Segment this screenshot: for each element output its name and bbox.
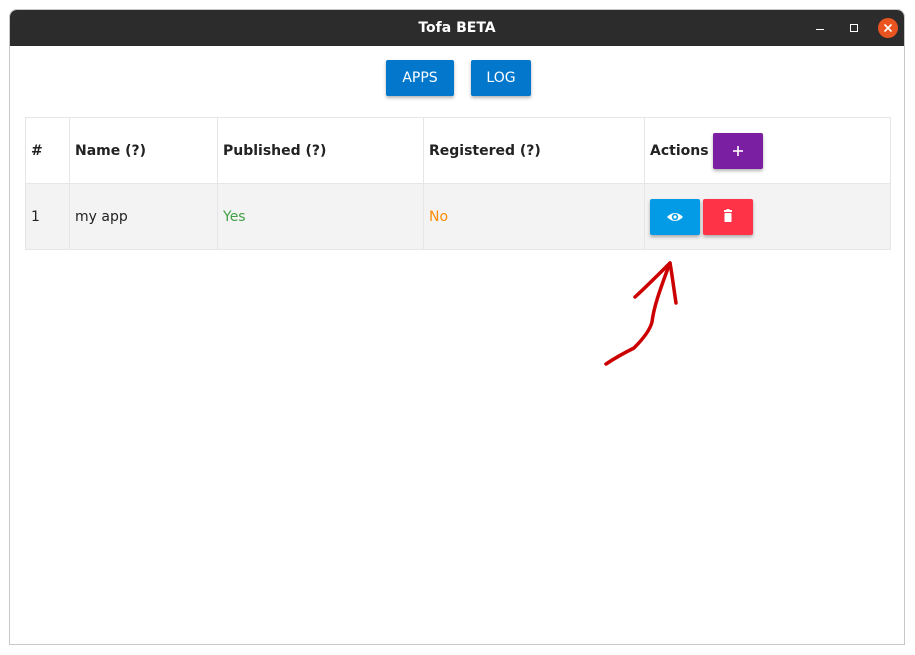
add-app-button[interactable] (712, 132, 763, 169)
plus-icon (732, 145, 743, 156)
window-title: Tofa BETA (418, 20, 496, 36)
header-num: # (25, 117, 70, 184)
header-registered[interactable]: Registered (?) (423, 117, 645, 184)
table-header-row: # Name (?) Published (?) Registered (?) … (25, 117, 891, 184)
trash-icon (724, 208, 732, 222)
delete-app-button[interactable] (703, 198, 753, 235)
view-app-button[interactable] (650, 198, 700, 235)
app-window: Tofa BETA APPS LOG # Name (?) Published … (9, 9, 905, 645)
apps-table: # Name (?) Published (?) Registered (?) … (25, 117, 891, 250)
eye-icon (667, 212, 683, 221)
cell-name: my app (69, 183, 218, 250)
header-actions: Actions (644, 117, 891, 184)
minimize-icon[interactable] (810, 18, 830, 38)
cell-num: 1 (25, 183, 70, 250)
close-icon[interactable] (878, 18, 898, 38)
cell-registered: No (423, 183, 645, 250)
actions-label: Actions (650, 142, 709, 159)
maximize-icon[interactable] (844, 18, 864, 38)
cell-actions (644, 183, 891, 250)
apps-button[interactable]: APPS (386, 60, 454, 96)
cell-published: Yes (217, 183, 424, 250)
title-bar: Tofa BETA (10, 10, 904, 46)
header-published[interactable]: Published (?) (217, 117, 424, 184)
header-name[interactable]: Name (?) (69, 117, 218, 184)
log-button[interactable]: LOG (471, 60, 531, 96)
table-row: 1 my app Yes No (25, 183, 891, 250)
